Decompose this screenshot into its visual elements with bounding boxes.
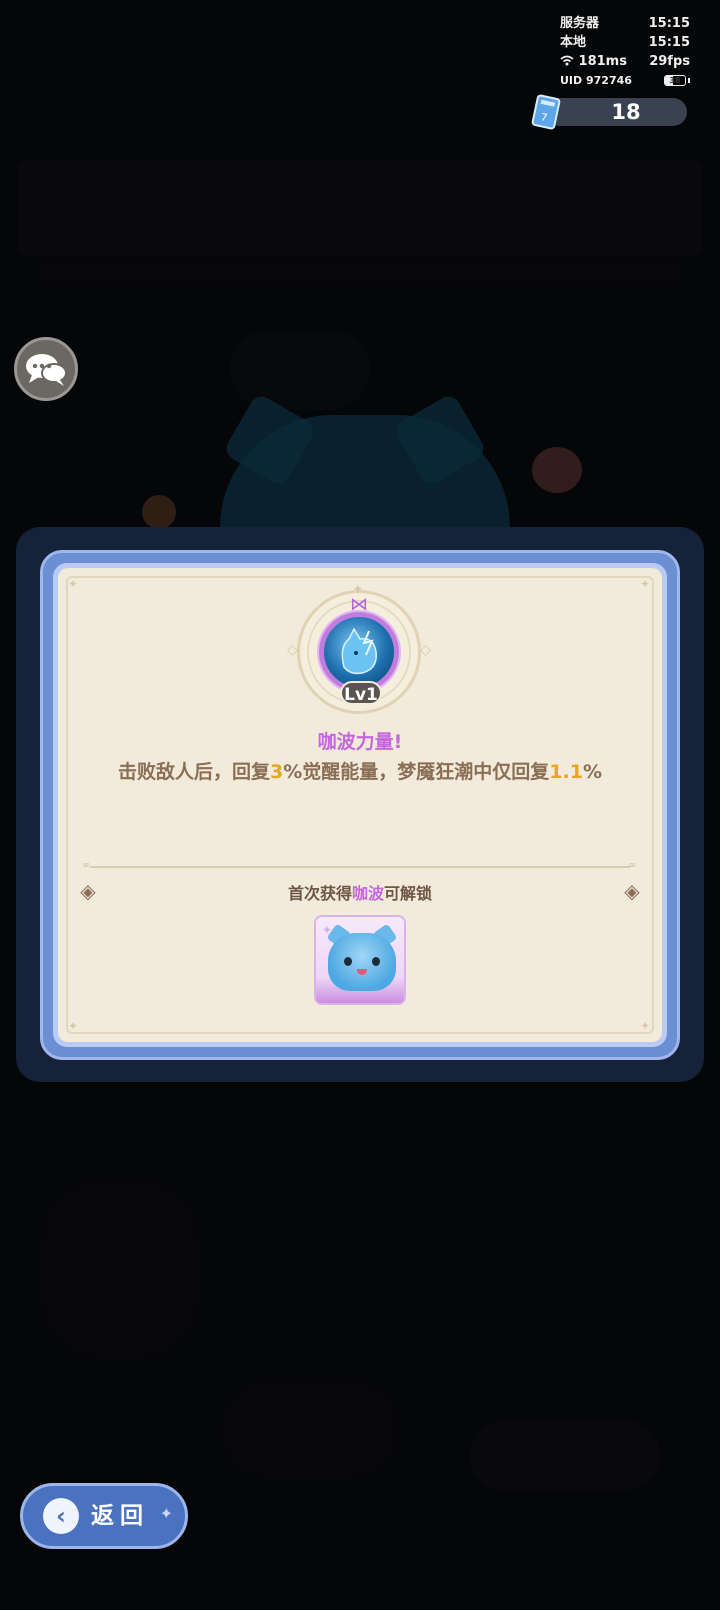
background-bottom-middle [220, 1380, 400, 1480]
ticket-count: 18 [611, 100, 641, 124]
divider-end-icon: ∞ [82, 860, 91, 871]
server-time: 15:15 [648, 16, 690, 31]
cat-mouth [357, 969, 367, 975]
local-time-row: 本地 15:15 [560, 33, 690, 52]
ping-value: 181ms [578, 54, 627, 69]
desc-value: 1.1 [549, 761, 583, 783]
ticket-counter[interactable]: 18 [545, 98, 687, 126]
sparkle-icon: ◇ [420, 642, 431, 658]
sparkle-icon: ✦ [159, 1504, 173, 1523]
battery-icon: 38 [664, 71, 690, 90]
divider-end-icon: ∞ [628, 860, 637, 871]
unlock-text: 首次获得 [287, 884, 352, 903]
local-time: 15:15 [648, 35, 690, 50]
unlock-text: 可解锁 [384, 884, 433, 903]
background-banner [18, 160, 702, 255]
server-time-row: 服务器 15:15 [560, 14, 690, 33]
unlock-condition: 首次获得咖波可解锁 [0, 880, 720, 904]
skill-title: 咖波力量! [317, 731, 403, 753]
local-label: 本地 [560, 35, 587, 50]
back-button-label: 返回 [91, 1503, 149, 1529]
wifi-icon [560, 55, 574, 66]
corner-ornament: ✦ [68, 577, 79, 591]
corner-ornament: ✦ [640, 1019, 651, 1033]
desc-value: 3 [270, 761, 284, 783]
uid-row: UID 972746 38 [560, 71, 690, 90]
background-tab-row [40, 258, 680, 282]
background-bottom-left [40, 1180, 200, 1360]
battery-level: 38 [669, 76, 681, 85]
cat-eye [372, 957, 380, 966]
network-row: 181ms 29fps [560, 52, 690, 71]
ping-group: 181ms [560, 52, 627, 71]
desc-text: 击败敌人后，回复 [117, 761, 270, 783]
desc-text: %觉醒能量，梦魇狂潮中仅回复 [283, 761, 550, 783]
server-label: 服务器 [560, 16, 600, 31]
fps-value: 29fps [649, 54, 690, 69]
background-bottom-right [470, 1420, 660, 1490]
chat-button[interactable] [14, 337, 78, 401]
unlock-character-name: 咖波 [351, 884, 384, 903]
capoo-cat-icon [328, 933, 396, 991]
back-arrow-icon: ‹ [43, 1498, 79, 1534]
sparkle-icon: ◇ [287, 642, 298, 658]
corner-ornament: ✦ [640, 577, 651, 591]
uid-label: UID [560, 74, 583, 87]
uid-value: 972746 [586, 74, 632, 87]
character-card[interactable]: ✦ [314, 915, 406, 1005]
background-flower-left [142, 495, 176, 529]
chat-bubbles-icon [26, 354, 67, 386]
skill-portrait-icon [319, 612, 399, 692]
cat-eye [344, 957, 352, 966]
skill-description: 击败敌人后，回复3%觉醒能量，梦魇狂潮中仅回复1.1% [40, 757, 680, 784]
bow-icon: ⋈ [350, 594, 368, 615]
desc-text: % [582, 761, 602, 783]
divider [90, 866, 630, 868]
back-button[interactable]: ‹ 返回 ✦ [20, 1483, 188, 1549]
level-badge: Lv1 [340, 681, 382, 705]
cat-energy-icon [341, 627, 377, 675]
background-flower-right [532, 447, 582, 493]
corner-ornament: ✦ [68, 1019, 79, 1033]
status-hud: 服务器 15:15 本地 15:15 181ms 29fps UID 97274… [560, 14, 690, 90]
background-cloud [230, 330, 370, 410]
